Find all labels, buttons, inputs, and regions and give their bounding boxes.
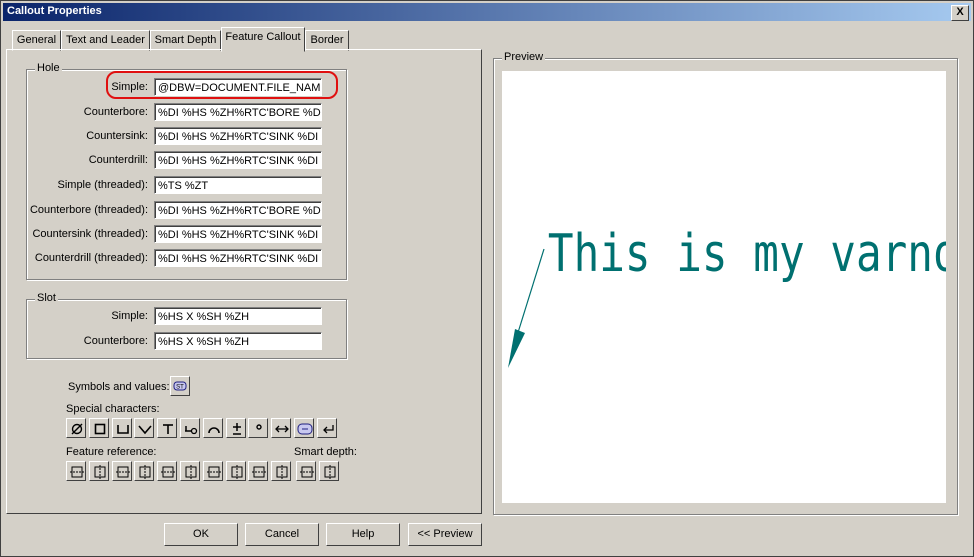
- smart-depth-side-icon: [324, 465, 336, 479]
- preview-canvas: This is my varnote: [502, 71, 974, 503]
- preview-callout-text: This is my varnote: [548, 224, 946, 284]
- cancel-button[interactable]: Cancel: [245, 523, 319, 546]
- countersink-icon: [138, 425, 152, 435]
- hole-countersink-threaded-input[interactable]: %DI %HS %ZH%RTC'SINK %DI %: [154, 225, 322, 243]
- hole-counterbore-label: Counterbore:: [83, 106, 148, 118]
- preview-drawing: This is my varnote: [508, 224, 974, 368]
- window-title: Callout Properties: [7, 5, 102, 17]
- smart-depth-button[interactable]: [296, 461, 316, 481]
- title-bar: Callout Properties X: [3, 3, 971, 21]
- slot-counterbore-label: Counterbore:: [83, 335, 148, 347]
- hole-counterbore-threaded-input[interactable]: %DI %HS %ZH%RTC'BORE %DI %: [154, 201, 322, 219]
- feature-thread-side-button[interactable]: [225, 461, 246, 481]
- square-button[interactable]: [88, 418, 109, 438]
- feature-thread-icon: [206, 466, 221, 478]
- hole-countersink-threaded-label: Countersink (threaded):: [32, 228, 148, 240]
- feature-cbore-icon: [115, 466, 130, 478]
- leader-arrowhead: [508, 329, 525, 368]
- feature-thread-side-icon: [231, 465, 243, 479]
- arc-tangent-button[interactable]: [180, 418, 200, 438]
- feature-hole-side-icon: [94, 465, 106, 479]
- feature-reference-label: Feature reference:: [66, 446, 157, 458]
- hole-counterdrill-input[interactable]: %DI %HS %ZH%RTC'SINK %DI %: [154, 151, 322, 169]
- return-button[interactable]: [316, 418, 337, 438]
- feature-csink-icon: [161, 466, 176, 478]
- square-icon: [94, 423, 106, 435]
- diameter-button[interactable]: [66, 418, 86, 438]
- double-arrow-icon: [275, 425, 290, 433]
- hole-countersink-input[interactable]: %DI %HS %ZH%RTC'SINK %DI %: [154, 127, 322, 145]
- smart-depth-label: Smart depth:: [294, 446, 357, 458]
- special-characters-label: Special characters:: [66, 403, 160, 415]
- arc-icon: [207, 427, 220, 434]
- plus-minus-button[interactable]: [225, 418, 246, 438]
- feature-thread-button[interactable]: [202, 461, 223, 481]
- countersink-button[interactable]: [134, 418, 155, 438]
- st-icon: ST: [173, 381, 187, 391]
- st-icon: [297, 423, 313, 435]
- depth-icon: [163, 424, 174, 434]
- feature-csink-side-icon: [185, 465, 197, 479]
- plus-minus-icon: [232, 423, 241, 435]
- help-button[interactable]: Help: [326, 523, 400, 546]
- hole-counterdrill-label: Counterdrill:: [88, 154, 148, 166]
- return-icon: [322, 425, 334, 434]
- tab-general[interactable]: General: [12, 30, 61, 51]
- hole-simple-threaded-label: Simple (threaded):: [57, 179, 149, 191]
- arc-tangent-icon: [185, 426, 198, 435]
- feature-cbore-side-icon: [139, 465, 151, 479]
- tab-feature-callout[interactable]: Feature Callout: [221, 27, 305, 52]
- hole-counterdrill-threaded-input[interactable]: %DI %HS %ZH%RTC'SINK %DI %: [154, 249, 322, 267]
- slot-group-label: Slot: [35, 292, 58, 304]
- degree-icon: [256, 424, 263, 430]
- preview-toggle-button[interactable]: << Preview: [408, 523, 482, 546]
- feature-slot-button[interactable]: [248, 461, 269, 481]
- hole-countersink-label: Countersink:: [86, 130, 148, 142]
- depth-button[interactable]: [157, 418, 178, 438]
- tab-smart-depth[interactable]: Smart Depth: [150, 30, 221, 51]
- counterbore-button[interactable]: [111, 418, 132, 438]
- double-arrow-button[interactable]: [271, 418, 292, 438]
- counterbore-icon: [116, 425, 129, 434]
- feature-hole-icon: [70, 466, 84, 478]
- feature-hole-side-button[interactable]: [88, 461, 109, 481]
- smart-depth-icon: [300, 466, 314, 478]
- arc-button[interactable]: [202, 418, 223, 438]
- close-button[interactable]: X: [951, 5, 969, 21]
- tab-text-and-leader[interactable]: Text and Leader: [61, 30, 150, 51]
- feature-cbore-side-button[interactable]: [134, 461, 155, 481]
- feature-csink-button[interactable]: [157, 461, 178, 481]
- hole-counterbore-threaded-label: Counterbore (threaded):: [29, 204, 148, 216]
- hole-counterbore-input[interactable]: %DI %HS %ZH%RTC'BORE %DI %: [154, 103, 322, 121]
- feature-csink-side-button[interactable]: [180, 461, 200, 481]
- hole-group-label: Hole: [35, 62, 62, 74]
- st-button[interactable]: [294, 418, 314, 438]
- symbols-values-label: Symbols and values:: [68, 381, 170, 393]
- ok-button[interactable]: OK: [164, 523, 238, 546]
- leader-line: [515, 248, 545, 340]
- slot-simple-label: Simple:: [111, 310, 148, 322]
- feature-slot-side-button[interactable]: [271, 461, 292, 481]
- feature-slot-icon: [252, 466, 267, 478]
- symbols-values-button[interactable]: ST: [170, 376, 190, 396]
- diameter-icon: [71, 423, 83, 435]
- tab-border[interactable]: Border: [305, 30, 349, 51]
- hole-counterdrill-threaded-label: Counterdrill (threaded):: [34, 252, 148, 264]
- hole-simple-threaded-input[interactable]: %TS %ZT: [154, 176, 322, 194]
- feature-slot-side-icon: [276, 465, 288, 479]
- simple-field-highlight: [106, 71, 338, 99]
- feature-cbore-button[interactable]: [111, 461, 132, 481]
- degree-button[interactable]: [248, 418, 269, 438]
- slot-simple-input[interactable]: %HS X %SH %ZH: [154, 307, 322, 325]
- preview-group-label: Preview: [502, 51, 546, 63]
- svg-text:ST: ST: [176, 385, 184, 391]
- slot-counterbore-input[interactable]: %HS X %SH %ZH: [154, 332, 322, 350]
- feature-hole-button[interactable]: [66, 461, 86, 481]
- smart-depth-side-button[interactable]: [318, 461, 339, 481]
